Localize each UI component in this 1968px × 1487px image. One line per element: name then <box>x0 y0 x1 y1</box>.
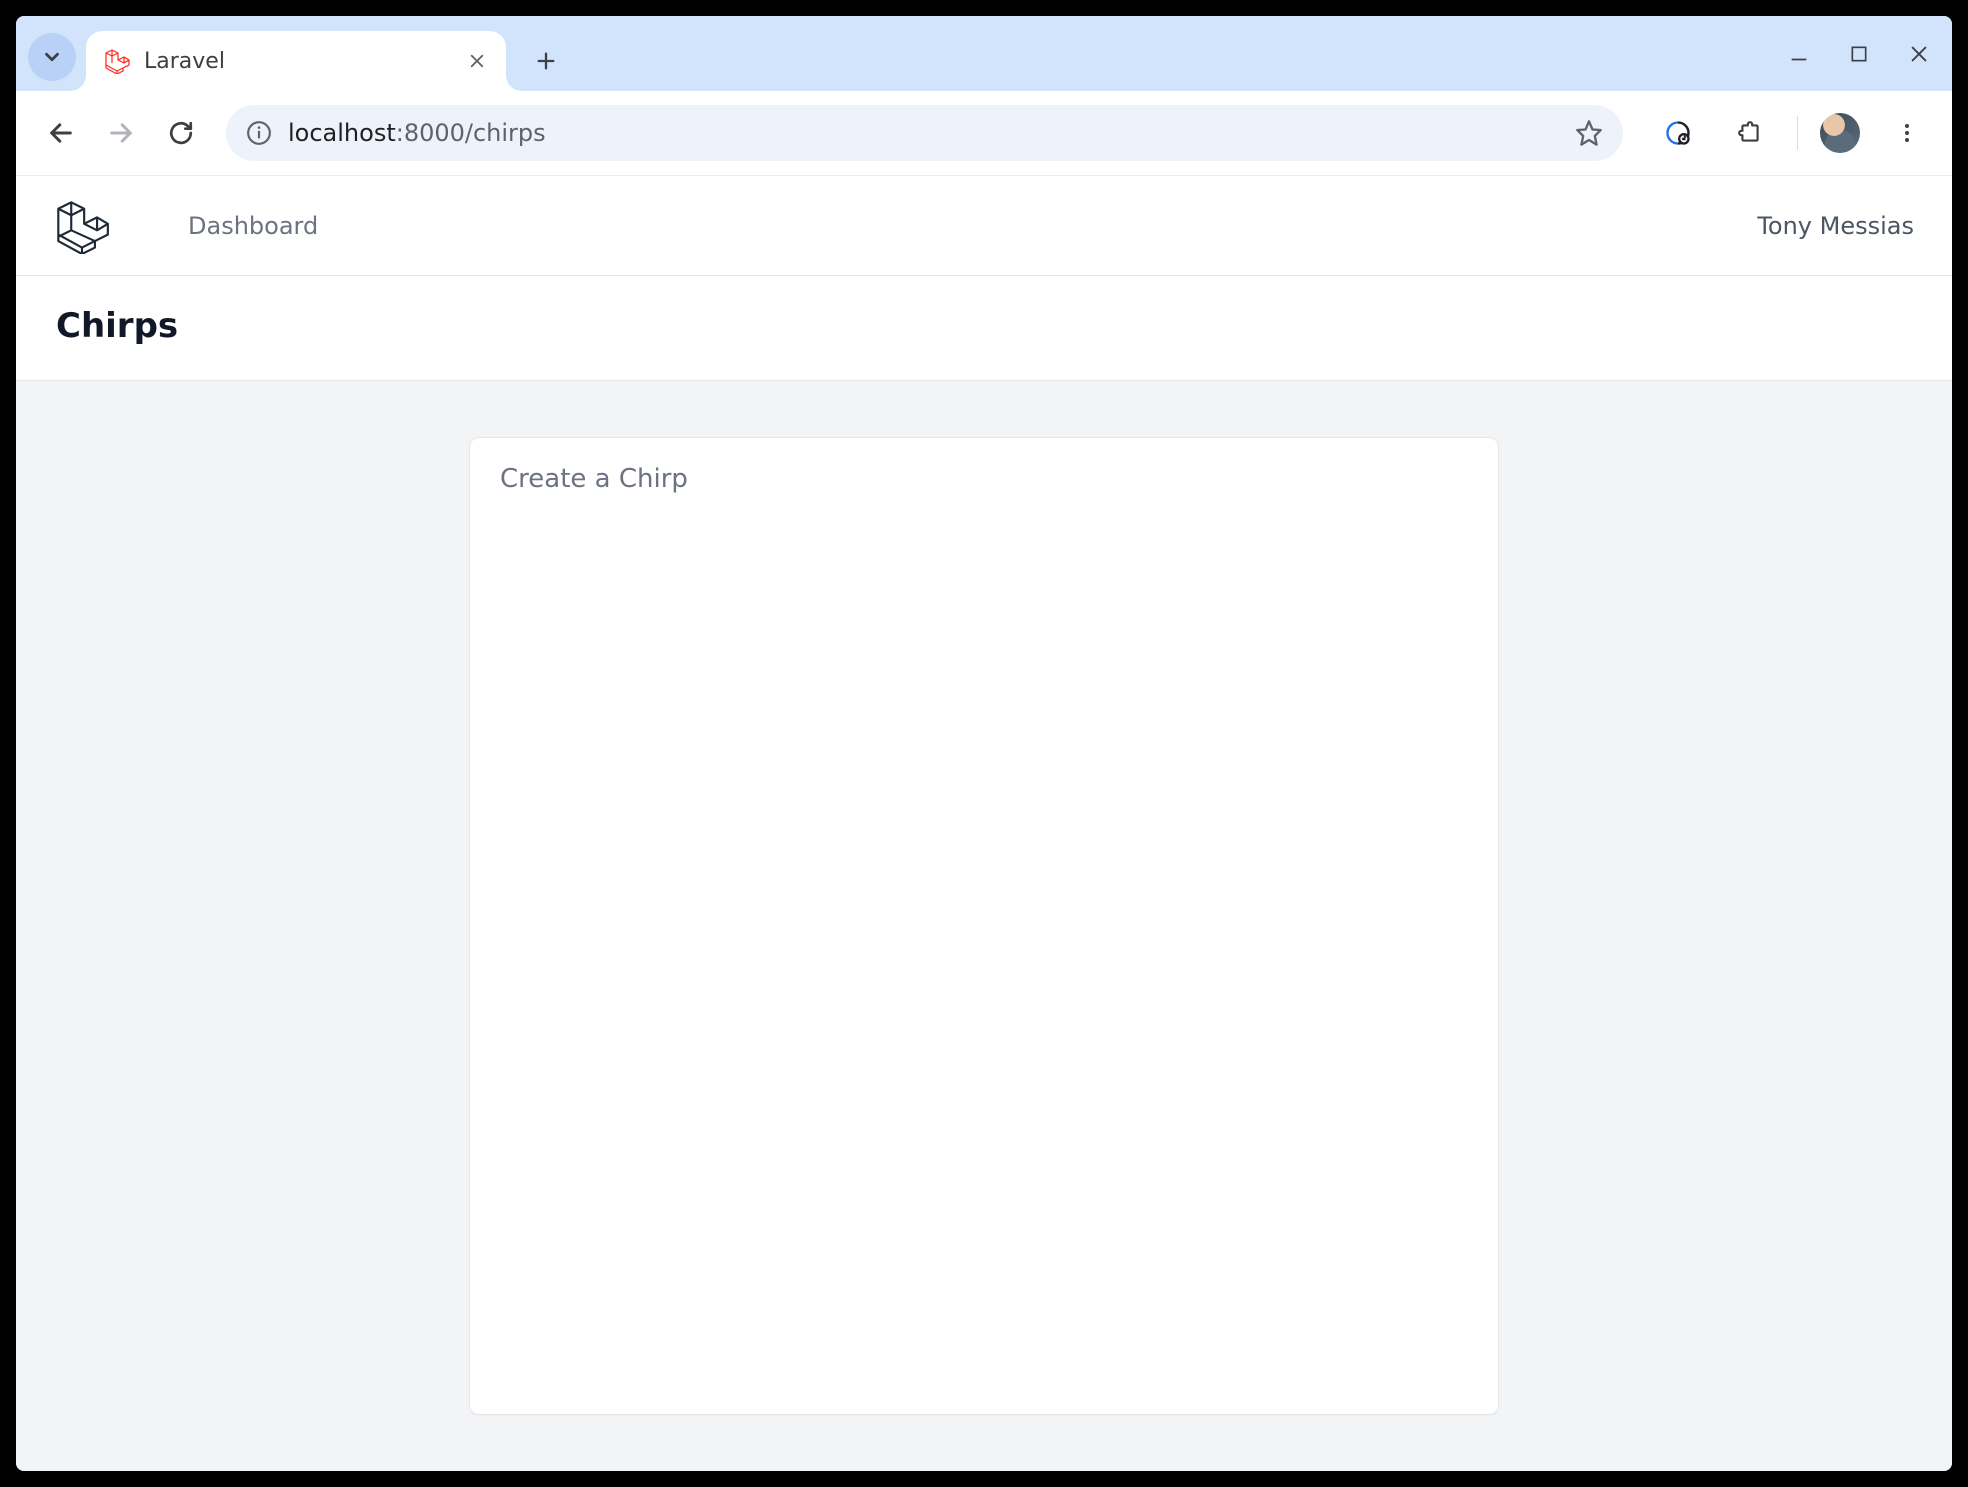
browser-toolbar: localhost:8000/chirps <box>16 91 1952 176</box>
arrow-left-icon <box>47 119 75 147</box>
address-bar[interactable]: localhost:8000/chirps <box>226 105 1623 161</box>
toolbar-right <box>1653 108 1932 158</box>
extensions-button[interactable] <box>1725 108 1775 158</box>
maximize-button[interactable] <box>1846 41 1872 67</box>
create-chirp-link[interactable]: Create a Chirp <box>500 464 688 494</box>
window-controls <box>1786 16 1932 91</box>
plus-icon <box>535 50 557 72</box>
bookmark-button[interactable] <box>1575 119 1603 147</box>
url-path: :8000/chirps <box>396 119 546 147</box>
puzzle-icon <box>1737 120 1763 146</box>
reload-icon <box>168 120 194 146</box>
site-info-button[interactable] <box>246 120 272 146</box>
devtools-button[interactable] <box>1653 108 1703 158</box>
close-icon <box>1908 43 1930 65</box>
new-tab-button[interactable] <box>524 39 568 83</box>
toolbar-divider <box>1797 116 1798 150</box>
app-navbar: Dashboard Tony Messias <box>16 176 1952 276</box>
tab-search-dropdown[interactable] <box>28 33 76 81</box>
nav-dashboard-link[interactable]: Dashboard <box>188 212 318 240</box>
minimize-icon <box>1788 43 1810 65</box>
laravel-logo-icon <box>54 198 110 254</box>
url-host: localhost <box>288 119 396 147</box>
reload-button[interactable] <box>156 108 206 158</box>
info-icon <box>246 120 272 146</box>
page-title: Chirps <box>56 306 1912 346</box>
star-icon <box>1575 119 1603 147</box>
chrome-menu-button[interactable] <box>1882 108 1932 158</box>
close-window-button[interactable] <box>1906 41 1932 67</box>
back-button[interactable] <box>36 108 86 158</box>
url-text: localhost:8000/chirps <box>288 119 546 147</box>
profile-avatar[interactable] <box>1820 113 1860 153</box>
minimize-button[interactable] <box>1786 41 1812 67</box>
devtools-icon <box>1664 119 1692 147</box>
close-icon <box>468 52 486 70</box>
kebab-menu-icon <box>1895 121 1919 145</box>
nav-user-name: Tony Messias <box>1757 212 1914 240</box>
laravel-favicon-icon <box>104 48 130 74</box>
chevron-down-icon <box>41 46 63 68</box>
nav-user-menu[interactable]: Tony Messias <box>1757 212 1914 240</box>
forward-button[interactable] <box>96 108 146 158</box>
tab-strip: Laravel <box>16 16 1952 91</box>
page-header: Chirps <box>16 276 1952 381</box>
arrow-right-icon <box>107 119 135 147</box>
browser-tab[interactable]: Laravel <box>86 31 506 91</box>
browser-window: Laravel <box>0 0 1968 1487</box>
app-logo[interactable] <box>54 198 110 254</box>
tab-title: Laravel <box>144 49 454 74</box>
page-body: Create a Chirp <box>16 381 1952 1471</box>
maximize-icon <box>1849 44 1869 64</box>
tab-close-button[interactable] <box>468 52 486 70</box>
app-viewport: Dashboard Tony Messias Chirps Create a C… <box>16 176 1952 1471</box>
chirps-panel: Create a Chirp <box>469 437 1499 1415</box>
